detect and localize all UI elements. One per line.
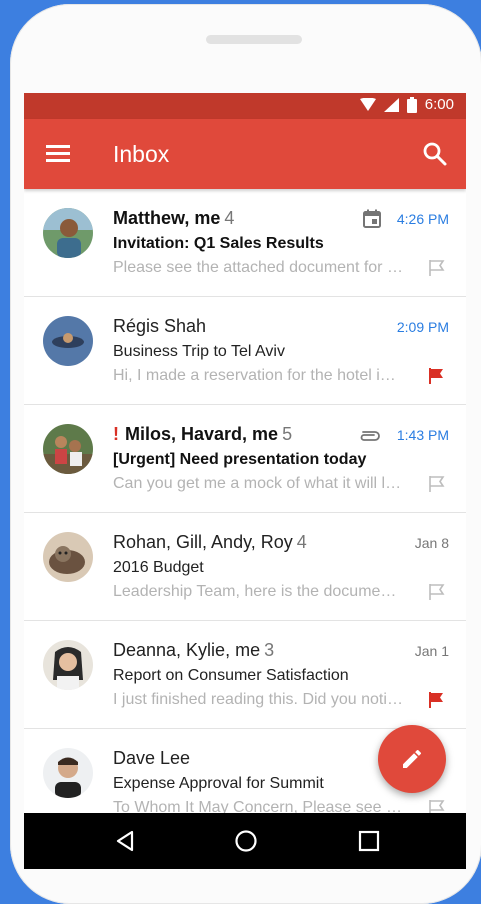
search-icon[interactable] [422,141,448,167]
email-time: Jan 8 [414,535,449,551]
email-time: Jan 1 [414,643,449,659]
email-row[interactable]: Deanna, Kylie, me 3 Jan 1 Report on Consu… [24,621,466,729]
email-subject: Expense Approval for Summit [113,775,324,792]
battery-icon [406,96,417,113]
status-time: 6:00 [424,96,454,113]
email-sender: Rohan, Gill, Andy, Roy 4 [113,532,307,552]
flag-icon[interactable] [428,367,446,385]
email-snippet: Please see the attached document for the… [113,259,403,276]
pencil-icon [403,749,422,768]
flag-icon[interactable] [428,475,446,493]
avatar [43,208,93,258]
email-row[interactable]: Matthew, me 4 4:26 PM Invitation: Q1 Sale… [24,189,466,297]
back-icon[interactable] [112,827,140,855]
email-snippet: Hi, I made a reservation for the hotel i… [113,367,403,384]
email-sender: ! Milos, Havard, me 5 [113,424,293,444]
wifi-icon [359,98,376,111]
email-sender: Dave Lee [113,748,191,768]
flag-icon[interactable] [428,583,446,601]
email-sender: Deanna, Kylie, me 3 [113,640,275,660]
email-time: 4:26 PM [396,211,449,227]
home-icon[interactable] [232,827,260,855]
email-row[interactable]: ! Milos, Havard, me 5 1:43 PM [Urgent] Nee… [24,405,466,513]
status-bar: 6:00 [24,93,466,119]
email-subject: Business Trip to Tel Aviv [113,343,285,360]
email-row[interactable]: Rohan, Gill, Andy, Roy 4 Jan 8 2016 Budge… [24,513,466,621]
email-snippet: I just finished reading this. Did you no… [113,691,403,708]
email-time: 2:09 PM [396,319,449,335]
phone-screen: 6:00 Inbox Matthew, me 4 4:26 PM Invitati… [24,93,466,869]
email-subject: 2016 Budget [113,559,204,576]
email-row[interactable]: Régis Shah 2:09 PM Business Trip to Tel … [24,297,466,405]
email-sender: Matthew, me 4 [113,208,235,228]
avatar [43,748,93,798]
flag-icon[interactable] [428,259,446,277]
email-subject: Invitation: Q1 Sales Results [113,235,324,252]
avatar [43,424,93,474]
avatar [43,532,93,582]
flag-icon[interactable] [428,691,446,709]
email-time: 1:43 PM [396,427,449,443]
compose-button[interactable] [378,725,446,793]
email-subject: [Urgent] Need presentation today [113,451,367,468]
recents-icon[interactable] [355,827,383,855]
email-snippet: Leadership Team, here is the document fo… [113,583,403,600]
speaker-grille [206,35,302,44]
important-marker: ! [113,424,119,444]
page-title: Inbox [113,141,170,167]
signal-icon [383,97,399,112]
email-snippet: Can you get me a mock of what it will lo… [113,475,403,492]
email-sender: Régis Shah [113,316,207,336]
email-subject: Report on Consumer Satisfaction [113,667,349,684]
system-nav-bar [24,813,466,869]
menu-icon[interactable] [46,145,70,163]
calendar-icon [363,209,381,228]
avatar [43,316,93,366]
attachment-icon [360,431,380,441]
app-bar: Inbox [24,119,466,189]
avatar [43,640,93,690]
